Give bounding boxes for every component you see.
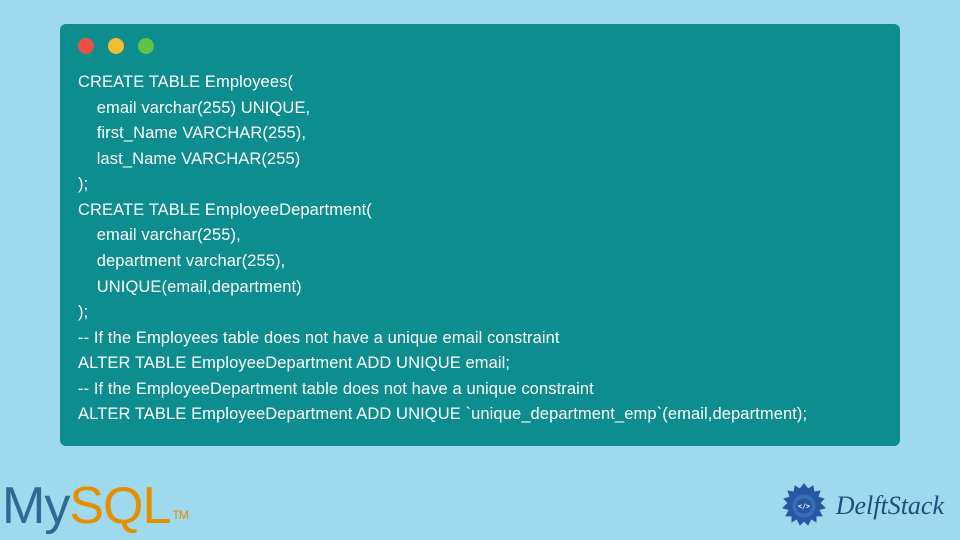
delftstack-text: DelftStack (836, 491, 944, 521)
code-window: CREATE TABLE Employees( email varchar(25… (60, 24, 900, 446)
window-controls (60, 24, 900, 64)
mysql-logo-my: My (2, 476, 69, 536)
mysql-logo-tm: TM (172, 508, 187, 522)
minimize-icon (108, 38, 124, 54)
footer: MySQLTM </> DelftStack (0, 472, 960, 540)
mysql-logo-sql: SQL (69, 476, 170, 536)
svg-text:</>: </> (798, 503, 810, 511)
code-content: CREATE TABLE Employees( email varchar(25… (60, 64, 900, 432)
mysql-logo: MySQLTM (2, 476, 188, 536)
delftstack-logo: </> DelftStack (778, 480, 954, 532)
maximize-icon (138, 38, 154, 54)
delftstack-gear-icon: </> (778, 480, 830, 532)
close-icon (78, 38, 94, 54)
